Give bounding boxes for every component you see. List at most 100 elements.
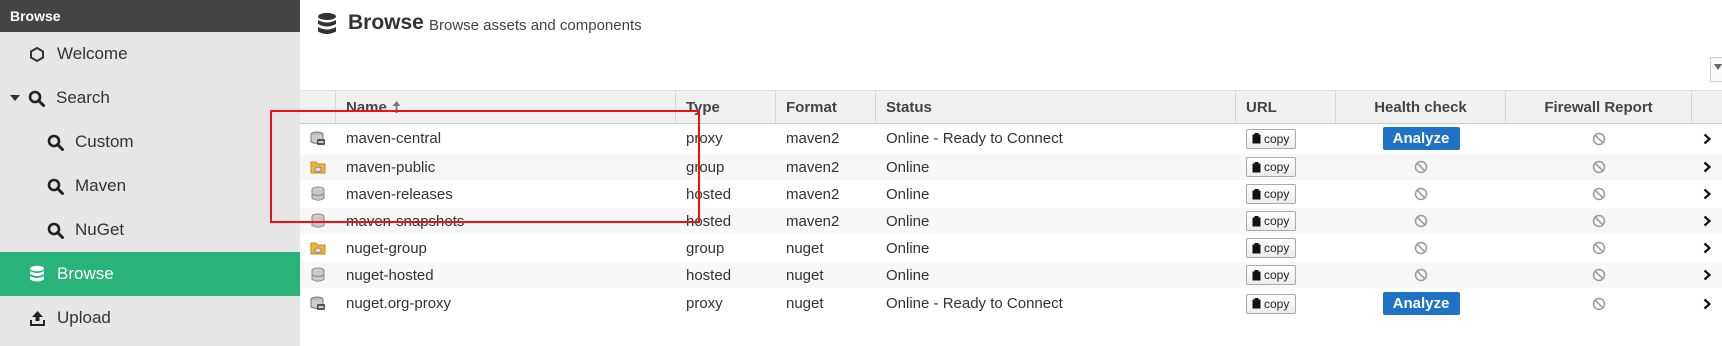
disabled-icon <box>1414 160 1428 174</box>
repo-type: hosted <box>686 212 732 230</box>
clipboard-icon <box>1252 188 1261 200</box>
repo-format: maven2 <box>786 158 840 176</box>
copy-label: copy <box>1264 241 1290 255</box>
page-subtitle: Browse assets and components <box>429 17 642 34</box>
repo-format: maven2 <box>786 185 840 203</box>
chevron-right-icon[interactable] <box>1703 242 1711 254</box>
copy-url-button[interactable]: copy <box>1246 211 1297 231</box>
repo-status: Online <box>886 266 930 284</box>
health-check-cell <box>1336 181 1506 207</box>
table-row[interactable]: maven-public group maven2 Online copy <box>300 154 1722 181</box>
page-header: Browse Browse assets and components <box>300 0 1722 90</box>
repo-format: maven2 <box>786 212 840 230</box>
header-type[interactable]: Type <box>676 91 776 123</box>
disabled-icon <box>1592 268 1606 282</box>
repo-name: maven-public <box>346 158 436 176</box>
sidebar-item-label: NuGet <box>75 220 125 239</box>
sidebar-item-welcome[interactable]: Welcome <box>0 32 300 76</box>
database-icon <box>317 12 337 40</box>
sidebar-item-search[interactable]: Search <box>0 76 300 120</box>
sidebar-item-label: Browse <box>57 264 114 283</box>
disabled-icon <box>1592 241 1606 255</box>
chevron-right-icon[interactable] <box>1703 133 1711 145</box>
copy-label: copy <box>1264 187 1290 201</box>
caret-down-icon[interactable] <box>10 94 20 102</box>
analyze-button[interactable]: Analyze <box>1382 127 1460 150</box>
sidebar-item-upload[interactable]: Upload <box>0 296 300 340</box>
header-icon-column <box>300 91 336 123</box>
disabled-icon <box>1414 187 1428 201</box>
copy-url-button[interactable]: copy <box>1246 128 1297 149</box>
clipboard-icon <box>1252 298 1261 309</box>
sort-asc-icon <box>392 101 401 113</box>
table-row[interactable]: maven-releases hosted maven2 Online copy <box>300 181 1722 208</box>
repo-name: nuget.org-proxy <box>346 295 452 312</box>
page-title: Browse <box>348 11 424 34</box>
copy-label: copy <box>1264 160 1290 174</box>
firewall-report-cell <box>1506 154 1692 180</box>
header-name[interactable]: Name <box>336 91 676 123</box>
repo-format: nuget <box>786 239 824 257</box>
hosted-repo-icon <box>311 213 325 229</box>
table-row[interactable]: nuget.org-proxy proxy nuget Online - Ready … <box>300 289 1722 319</box>
chevron-right-icon[interactable] <box>1703 188 1711 200</box>
search-icon <box>45 134 65 151</box>
filter-dropdown-button[interactable] <box>1710 57 1722 82</box>
sidebar-item-label: Welcome <box>57 44 128 63</box>
copy-url-button[interactable]: copy <box>1246 238 1297 258</box>
sidebar-item-maven[interactable]: Maven <box>0 164 300 208</box>
firewall-report-cell <box>1506 124 1692 153</box>
sidebar-item-label: Upload <box>57 308 111 327</box>
header-firewall-report[interactable]: Firewall Report <box>1506 91 1692 123</box>
copy-url-button[interactable]: copy <box>1246 157 1297 177</box>
repo-name: nuget-group <box>346 239 427 257</box>
repo-format: nuget <box>786 295 824 312</box>
hosted-repo-icon <box>311 186 325 202</box>
clipboard-icon <box>1252 161 1261 173</box>
repo-type: hosted <box>686 266 732 284</box>
repo-status: Online <box>886 158 930 176</box>
repo-status: Online <box>886 239 930 257</box>
sidebar-item-label: Maven <box>75 176 127 195</box>
sidebar-item-browse[interactable]: Browse <box>0 252 300 296</box>
copy-label: copy <box>1264 268 1290 282</box>
table-row[interactable]: maven-central proxy maven2 Online - Ready t… <box>300 124 1722 154</box>
health-check-cell <box>1336 262 1506 288</box>
table-row[interactable]: maven-snapshots hosted maven2 Online copy <box>300 208 1722 235</box>
database-icon <box>27 265 47 283</box>
repo-type: group <box>686 158 725 176</box>
table-row[interactable]: nuget-hosted hosted nuget Online copy <box>300 262 1722 289</box>
copy-url-button[interactable]: copy <box>1246 184 1297 204</box>
clipboard-icon <box>1252 133 1261 144</box>
copy-url-button[interactable]: copy <box>1246 265 1297 285</box>
firewall-report-cell <box>1506 208 1692 234</box>
disabled-icon <box>1414 268 1428 282</box>
header-url[interactable]: URL <box>1236 91 1336 123</box>
header-format[interactable]: Format <box>776 91 876 123</box>
search-icon <box>26 90 46 107</box>
chevron-right-icon[interactable] <box>1703 298 1711 310</box>
chevron-right-icon[interactable] <box>1703 215 1711 227</box>
disabled-icon <box>1592 214 1606 228</box>
health-check-cell: Analyze <box>1336 289 1506 318</box>
repo-status: Online - Ready to Connect <box>886 130 1063 147</box>
disabled-icon <box>1592 132 1606 146</box>
upload-icon <box>27 310 47 327</box>
grid-header: Name Type Format Status URL Health check… <box>300 90 1722 124</box>
clipboard-icon <box>1252 242 1261 254</box>
repo-status: Online - Ready to Connect <box>886 295 1063 312</box>
search-icon <box>45 178 65 195</box>
chevron-right-icon[interactable] <box>1703 161 1711 173</box>
copy-url-button[interactable]: copy <box>1246 293 1297 314</box>
sidebar-item-custom[interactable]: Custom <box>0 120 300 164</box>
disabled-icon <box>1592 297 1606 311</box>
disabled-icon <box>1592 187 1606 201</box>
table-row[interactable]: nuget-group group nuget Online copy <box>300 235 1722 262</box>
hosted-repo-icon <box>311 267 325 283</box>
header-health-check[interactable]: Health check <box>1336 91 1506 123</box>
sidebar-item-nuget[interactable]: NuGet <box>0 208 300 252</box>
analyze-button[interactable]: Analyze <box>1382 292 1460 315</box>
header-status[interactable]: Status <box>876 91 1236 123</box>
chevron-right-icon[interactable] <box>1703 269 1711 281</box>
repo-name: nuget-hosted <box>346 266 434 284</box>
